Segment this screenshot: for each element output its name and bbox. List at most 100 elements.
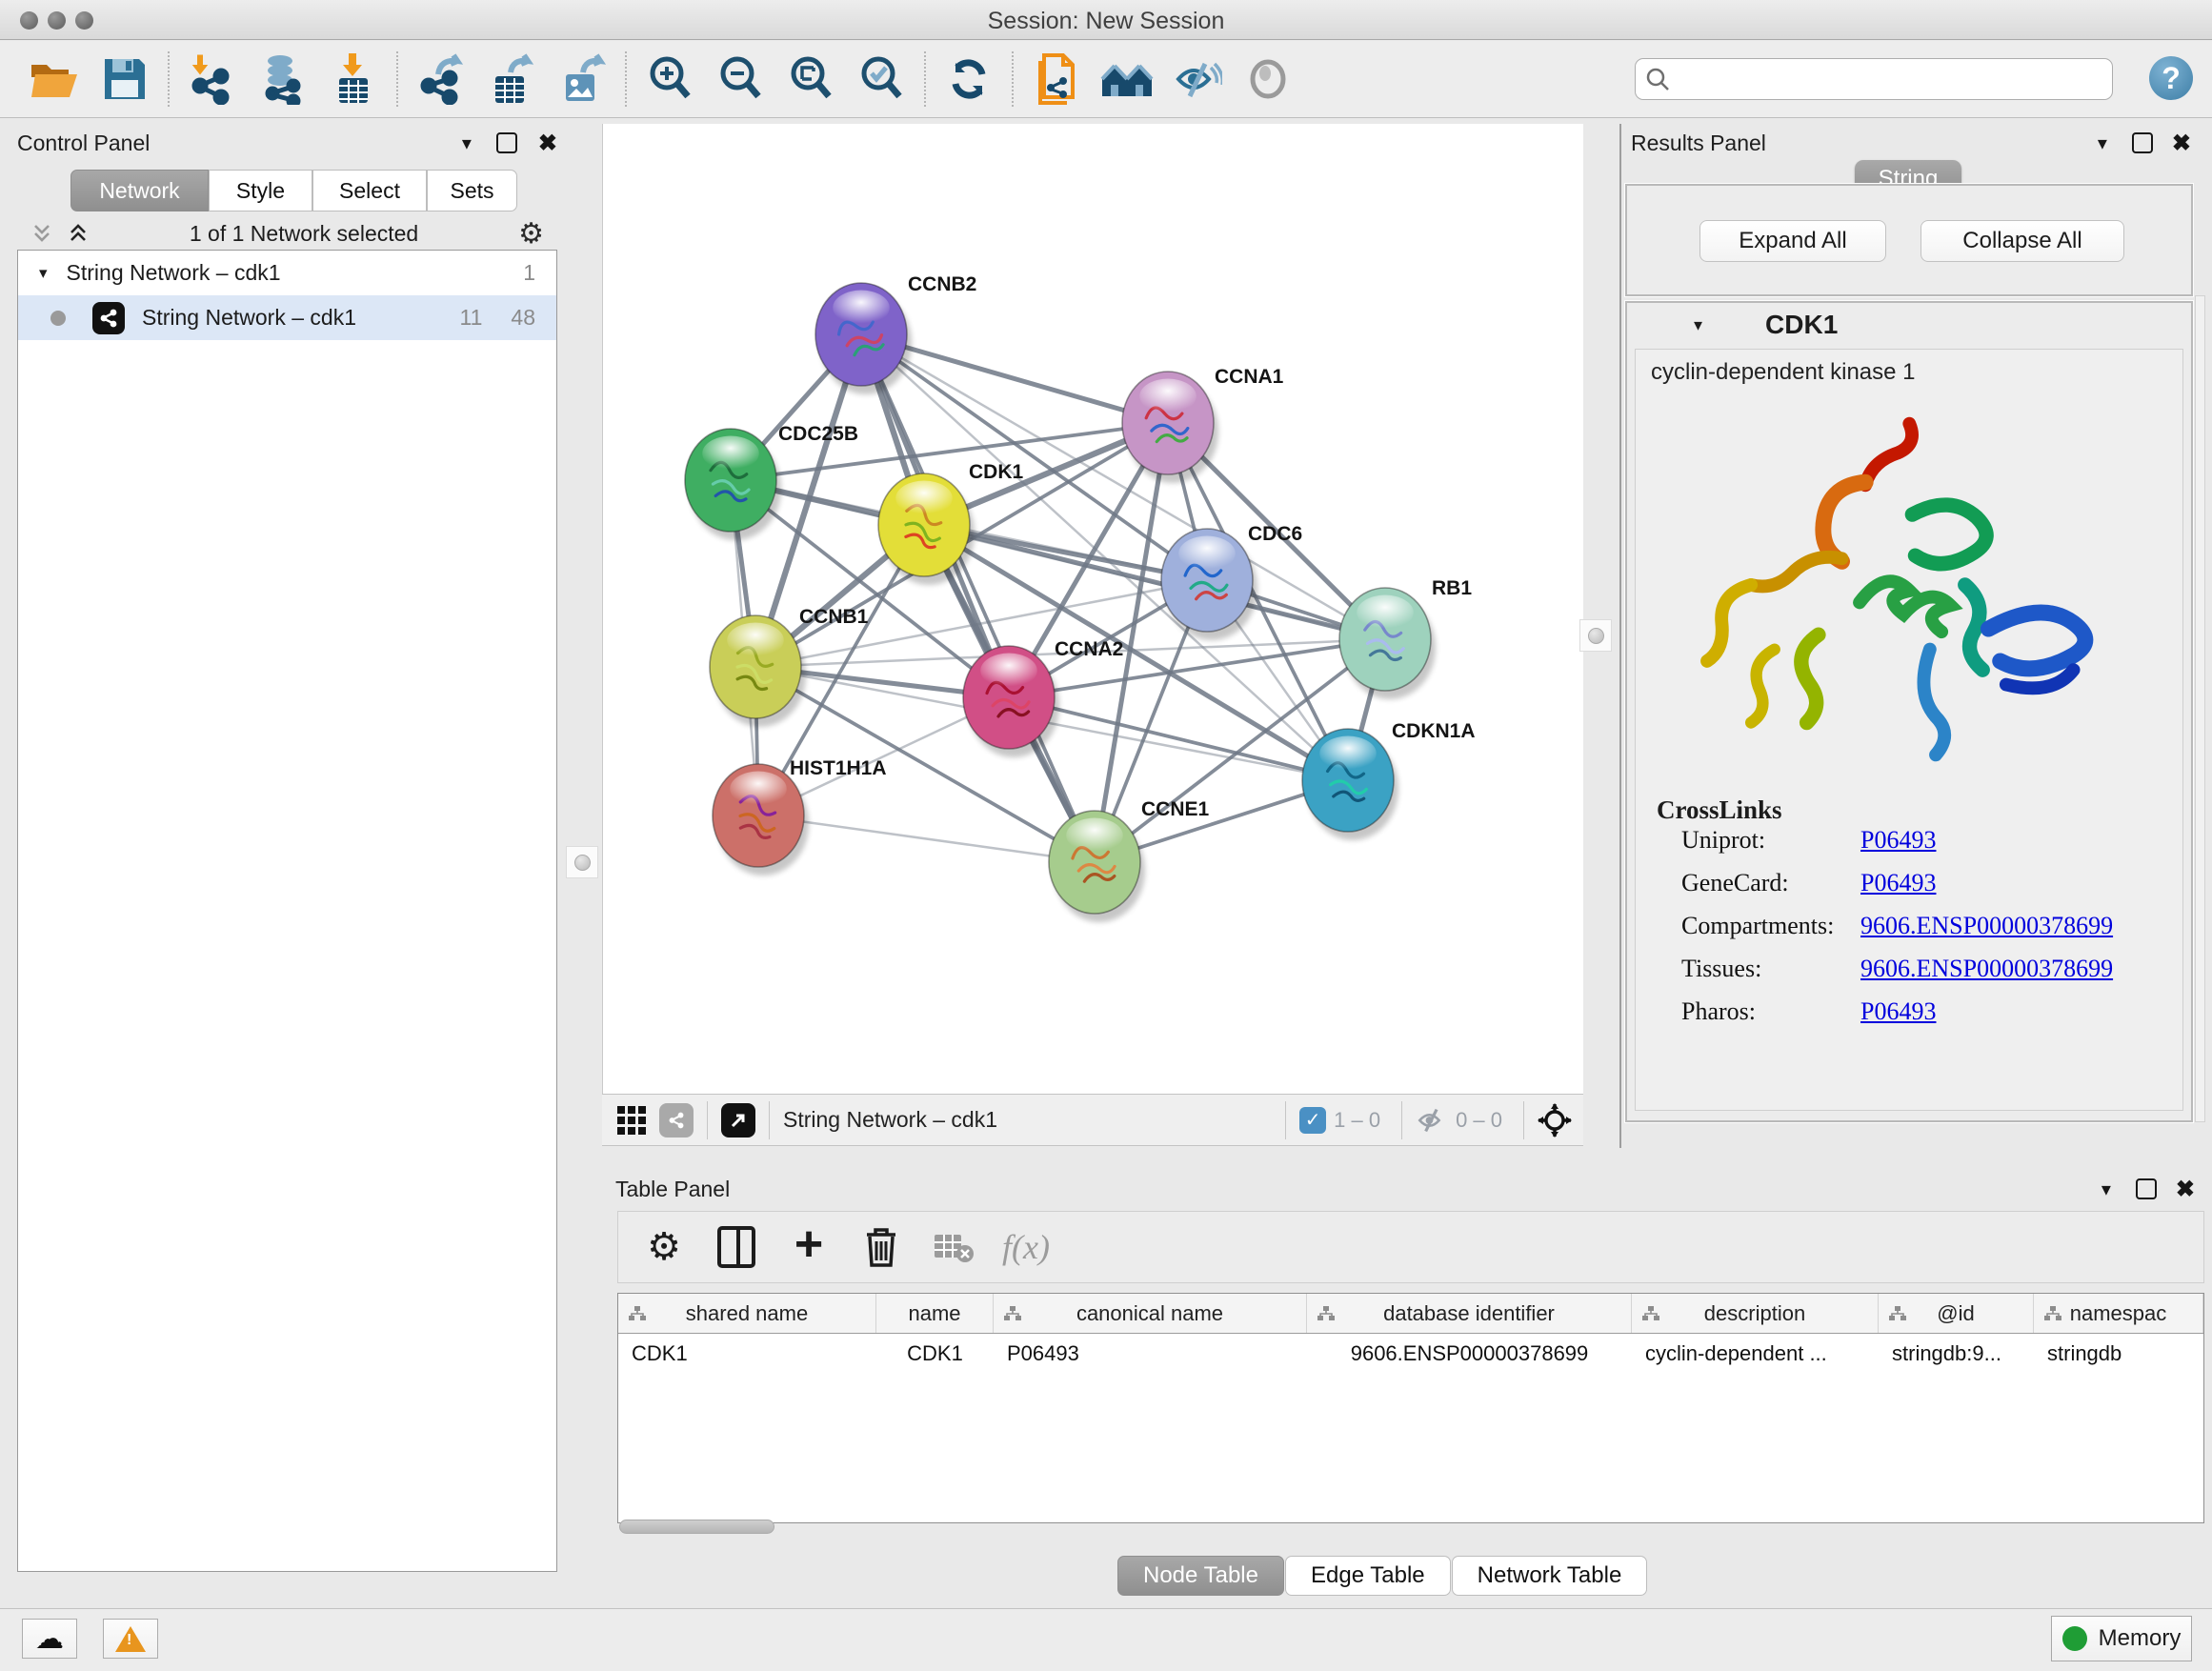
export-network-button[interactable]: [406, 49, 476, 110]
tab-select[interactable]: Select: [312, 170, 427, 211]
results-panel-close-icon[interactable]: ✖: [2172, 130, 2191, 157]
collapse-all-chevron-icon[interactable]: [30, 222, 53, 245]
export-table-button[interactable]: [476, 49, 547, 110]
column-header--id[interactable]: @id: [1879, 1294, 2034, 1333]
warnings-button[interactable]: !: [103, 1619, 158, 1659]
network-node-CDKN1A[interactable]: [1302, 729, 1398, 840]
tab-network[interactable]: Network: [70, 170, 209, 211]
table-options-gear-icon[interactable]: ⚙: [628, 1218, 700, 1276]
network-node-CCNA2[interactable]: [963, 646, 1059, 757]
zoom-in-button[interactable]: [634, 49, 705, 110]
tab-edge-table[interactable]: Edge Table: [1285, 1556, 1451, 1596]
column-header-description[interactable]: description: [1632, 1294, 1879, 1333]
table-cell[interactable]: P06493: [994, 1334, 1307, 1374]
string-protein-query-button[interactable]: [1021, 49, 1092, 110]
selected-checkbox-icon[interactable]: ✓: [1299, 1107, 1326, 1134]
table-cell[interactable]: stringdb:9...: [1879, 1334, 2034, 1374]
import-database-button[interactable]: [248, 49, 318, 110]
export-image-button[interactable]: [547, 49, 617, 110]
import-network-button[interactable]: [177, 49, 248, 110]
table-panel-close-icon[interactable]: ✖: [2176, 1176, 2195, 1203]
network-node-CDK1[interactable]: [878, 473, 975, 585]
crosslink-link[interactable]: P06493: [1860, 869, 1936, 897]
zoom-fit-button[interactable]: [775, 49, 846, 110]
expand-all-button[interactable]: Expand All: [1699, 220, 1886, 262]
delete-table-icon[interactable]: [917, 1218, 990, 1276]
network-node-RB1[interactable]: [1339, 588, 1436, 699]
crosslink-link[interactable]: P06493: [1860, 997, 1936, 1026]
expand-all-chevron-icon[interactable]: [67, 222, 90, 245]
network-node-CCNE1[interactable]: [1049, 811, 1145, 922]
tab-network-table[interactable]: Network Table: [1452, 1556, 1648, 1596]
show-columns-icon[interactable]: [700, 1218, 773, 1276]
window-title: Session: New Session: [0, 8, 2212, 35]
network-collection-row[interactable]: ▾ String Network – cdk1 1: [18, 251, 556, 295]
control-panel-float-icon[interactable]: [496, 132, 517, 153]
enhanced-labels-button[interactable]: [1162, 49, 1233, 110]
network-node-CCNB1[interactable]: [710, 615, 806, 727]
refresh-button[interactable]: [934, 49, 1004, 110]
network-options-gear-icon[interactable]: ⚙: [518, 217, 544, 251]
network-view-toolbar: String Network – cdk1 ✓ 1 – 0 0 – 0: [602, 1094, 1583, 1146]
memory-status-dot: [2062, 1626, 2087, 1651]
right-splitter-handle[interactable]: [1579, 619, 1612, 652]
table-panel-collapse-caret[interactable]: ▾: [2101, 1178, 2111, 1201]
gene-section-header[interactable]: ▾ CDK1: [1627, 303, 2191, 347]
table-cell[interactable]: stringdb: [2034, 1334, 2203, 1374]
results-panel-float-icon[interactable]: [2132, 132, 2153, 153]
search-field[interactable]: [1635, 58, 2113, 100]
open-in-new-window-icon[interactable]: [721, 1103, 755, 1137]
grid-view-icon[interactable]: [617, 1106, 646, 1135]
network-canvas[interactable]: CCNB2CCNA1CDC25BCDK1CDC6RB1CCNB1CCNA2CDK…: [602, 124, 1583, 1094]
column-header-database-identifier[interactable]: database identifier: [1307, 1294, 1632, 1333]
crosslink-link[interactable]: 9606.ENSP00000378699: [1860, 912, 2113, 940]
crosslink-link[interactable]: 9606.ENSP00000378699: [1860, 955, 2113, 983]
table-cell[interactable]: 9606.ENSP00000378699: [1307, 1334, 1632, 1374]
search-input[interactable]: [1678, 62, 2112, 96]
zoom-selected-button[interactable]: [846, 49, 916, 110]
network-node-CCNA1[interactable]: [1122, 372, 1218, 483]
results-panel-collapse-caret[interactable]: ▾: [2098, 131, 2107, 155]
results-scrollbar[interactable]: [2195, 295, 2205, 1122]
network-list: ▾ String Network – cdk1 1 String Network…: [17, 250, 557, 1572]
hidden-eye-icon[interactable]: [1416, 1107, 1448, 1134]
tab-node-table[interactable]: Node Table: [1117, 1556, 1284, 1596]
control-panel-collapse-caret[interactable]: ▾: [462, 131, 472, 155]
zoom-out-button[interactable]: [705, 49, 775, 110]
network-node-HIST1H1A[interactable]: [713, 764, 809, 876]
gene-expand-caret[interactable]: ▾: [1694, 315, 1702, 335]
tab-style[interactable]: Style: [209, 170, 312, 211]
import-table-button[interactable]: [318, 49, 389, 110]
network-badge-icon[interactable]: [659, 1103, 694, 1137]
network-row[interactable]: String Network – cdk1 11 48: [18, 295, 556, 340]
birds-eye-view-icon[interactable]: [1538, 1103, 1572, 1137]
column-header-name[interactable]: name: [876, 1294, 994, 1333]
network-node-CCNB2[interactable]: [815, 283, 912, 394]
collection-expand-caret[interactable]: ▾: [39, 264, 48, 283]
collapse-all-button[interactable]: Collapse All: [1920, 220, 2124, 262]
tab-sets[interactable]: Sets: [427, 170, 517, 211]
delete-column-trash-icon[interactable]: [845, 1218, 917, 1276]
save-session-button[interactable]: [90, 49, 160, 110]
table-cell[interactable]: cyclin-dependent ...: [1632, 1334, 1879, 1374]
open-session-button[interactable]: [19, 49, 90, 110]
crosslink-link[interactable]: P06493: [1860, 826, 1936, 855]
add-column-icon[interactable]: +: [773, 1218, 845, 1276]
column-header-canonical-name[interactable]: canonical name: [994, 1294, 1307, 1333]
column-header-namespac[interactable]: namespac: [2034, 1294, 2203, 1333]
table-panel-float-icon[interactable]: [2136, 1178, 2157, 1199]
preview-button[interactable]: [1233, 49, 1303, 110]
column-header-shared-name[interactable]: shared name: [618, 1294, 876, 1333]
left-splitter-handle[interactable]: [566, 846, 598, 878]
string-home-button[interactable]: [1092, 49, 1162, 110]
control-panel-close-icon[interactable]: ✖: [538, 130, 557, 157]
table-cell[interactable]: CDK1: [618, 1334, 876, 1374]
cloud-status-button[interactable]: ☁: [22, 1619, 77, 1659]
table-row[interactable]: CDK1CDK1P064939606.ENSP00000378699cyclin…: [618, 1334, 2203, 1374]
function-builder-icon[interactable]: f(x): [990, 1218, 1062, 1276]
table-cell[interactable]: CDK1: [876, 1334, 994, 1374]
table-horizontal-scrollbar[interactable]: [619, 1520, 774, 1534]
network-node-CDC25B[interactable]: [685, 429, 781, 540]
memory-button[interactable]: Memory: [2051, 1616, 2192, 1661]
help-button[interactable]: ?: [2149, 56, 2193, 100]
